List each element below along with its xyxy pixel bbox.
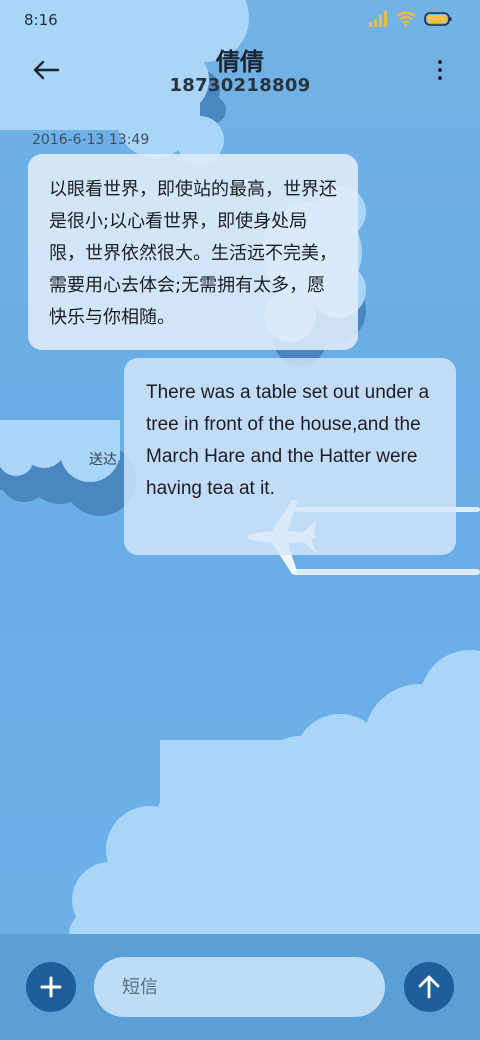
battery-icon: [424, 12, 452, 26]
signal-icon: [369, 11, 387, 27]
incoming-message-bubble[interactable]: 以眼看世界，即使站的最高，世界还是很小;以心看世界，即使身处局限，世界依然很大。…: [28, 154, 358, 350]
contact-number: 18730218809: [169, 75, 311, 96]
delivery-status: 送达: [89, 452, 117, 468]
more-vertical-icon: [438, 60, 442, 64]
plus-icon: [40, 976, 62, 998]
status-icons: [368, 11, 452, 27]
conversation-header: 倩倩 18730218809: [0, 40, 480, 110]
compose-bar: [0, 934, 480, 1040]
add-attachment-button[interactable]: [26, 962, 76, 1012]
outgoing-message-bubble[interactable]: There was a table set out under a tree i…: [124, 358, 456, 555]
arrow-up-icon: [418, 975, 440, 999]
message-timestamp: 2016-6-13 13:49: [32, 132, 150, 148]
wifi-icon: [396, 11, 416, 27]
contact-name: 倩倩: [216, 48, 264, 76]
sms-input[interactable]: [94, 957, 385, 1017]
more-options-button[interactable]: [430, 56, 450, 84]
status-time: 8:16: [24, 11, 58, 29]
send-button[interactable]: [404, 962, 454, 1012]
status-bar: 8:16: [0, 0, 480, 40]
